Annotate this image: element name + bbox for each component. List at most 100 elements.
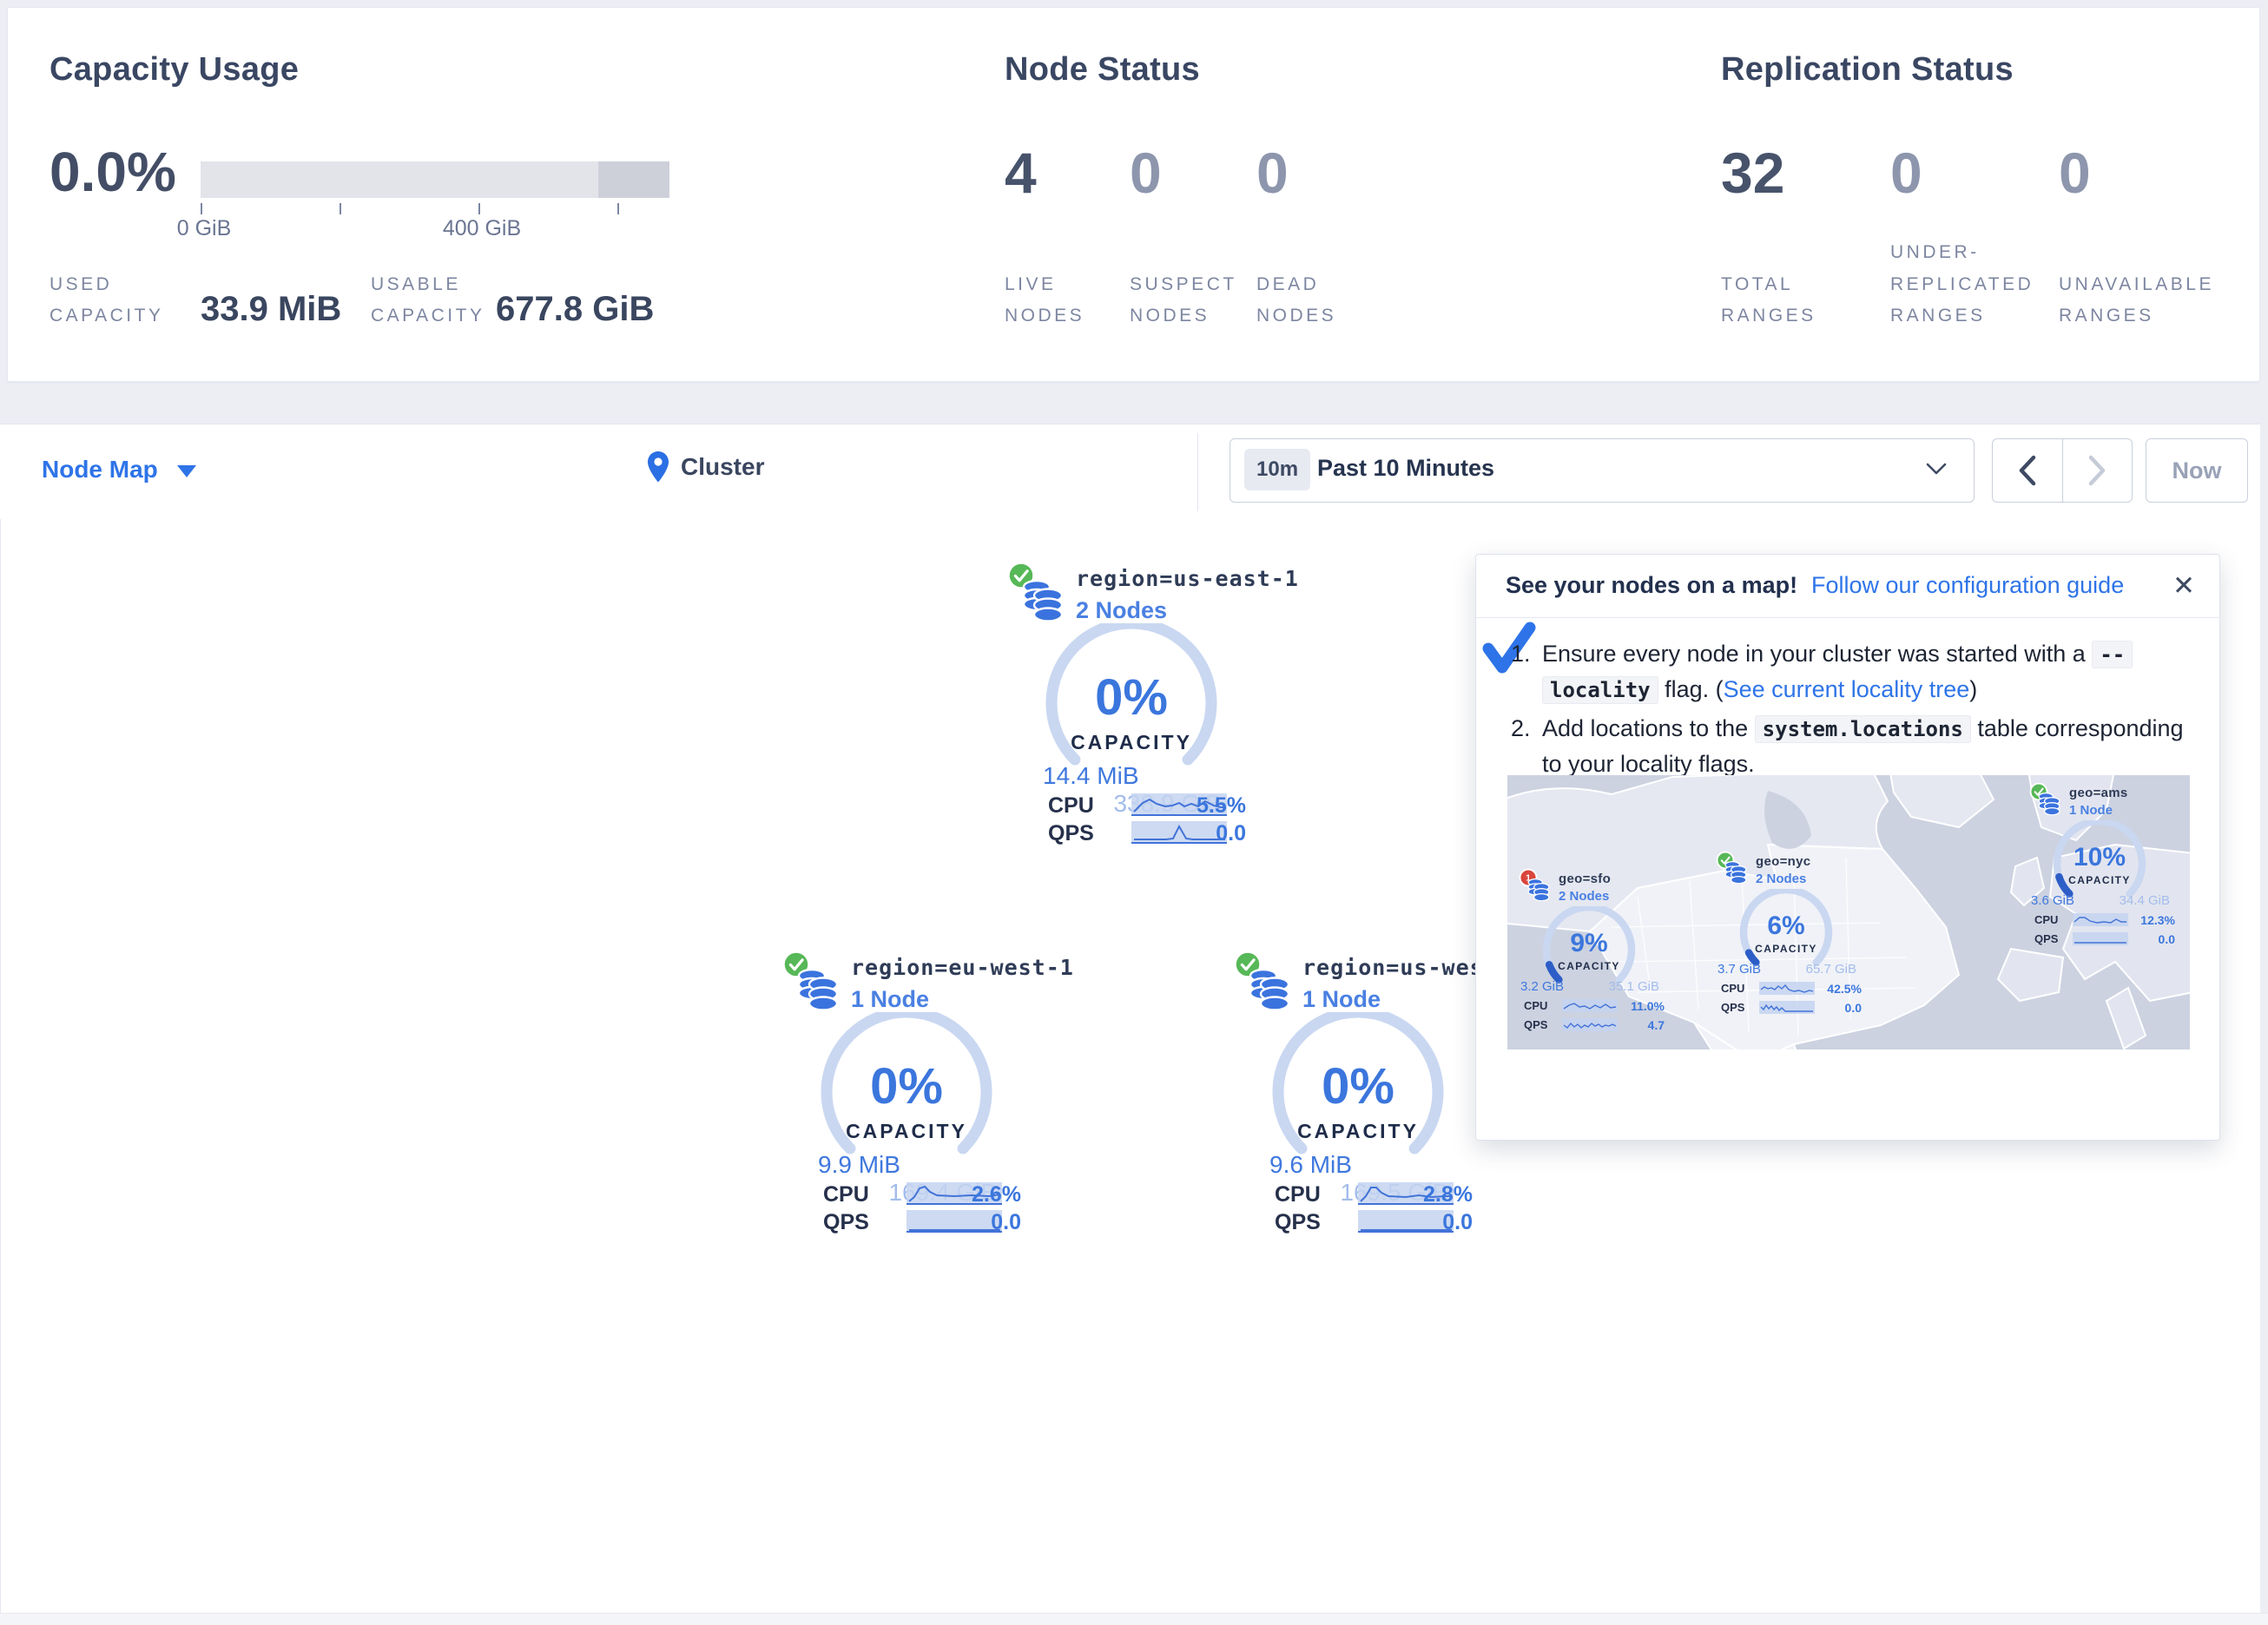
database-stack-icon [1249, 967, 1290, 1010]
node-map-page: Capacity Usage 0.0% 0 GiB 400 GiB USED C… [0, 0, 2268, 1625]
capacity-percent: 0% [768, 1057, 1045, 1115]
qps-value: 0.0 [2159, 932, 2175, 946]
locality-title: region=us-east-1 [1076, 566, 1299, 591]
node-group-us-east-1[interactable]: region=us-east-1 2 Nodes 0% CAPACITY 14.… [992, 561, 1270, 856]
node-group-us-west-1[interactable]: region=us-west-1 1 Node 0% CAPACITY 9.6 … [1219, 950, 1497, 1245]
qps-label: QPS [1275, 1210, 1321, 1235]
capacity-used: 9.9 MiB [818, 1151, 900, 1179]
time-range-label: Past 10 Minutes [1317, 455, 1494, 482]
suspect-nodes-label: SUSPECT NODES [1130, 269, 1243, 333]
under-replicated-label: UNDER-REPLICATED RANGES [1890, 237, 2057, 332]
node-status-title: Node Status [1005, 51, 1200, 89]
qps-sparkline [1562, 1018, 1618, 1031]
step-text: Add locations to the system.locations ta… [1542, 711, 2186, 781]
capacity-percent: 6% [1730, 911, 1843, 941]
capacity-used: 14.4 MiB [1043, 762, 1139, 790]
database-stack-icon [1022, 578, 1064, 622]
capacity-tick [201, 203, 202, 214]
cpu-value: 2.8% [1423, 1182, 1473, 1207]
qps-label: QPS [1524, 1018, 1547, 1031]
qps-sparkline [2073, 932, 2128, 945]
node-count-link[interactable]: 1 Node [1302, 986, 1381, 1013]
qps-value: 0.0 [1845, 1001, 1862, 1015]
usable-capacity-label: USABLE CAPACITY [371, 269, 484, 333]
chevron-right-icon [2086, 454, 2108, 487]
qps-value: 4.7 [1648, 1018, 1665, 1032]
time-step-forward-button[interactable] [2062, 439, 2133, 502]
qps-metric-row: QPS 0.0 [1268, 1208, 1473, 1234]
node-count-link[interactable]: 1 Node [851, 986, 929, 1013]
cpu-metric-row: CPU 5.5% [1041, 792, 1246, 818]
map-pin-icon [646, 451, 670, 484]
total-ranges-value: 32 [1721, 140, 1784, 206]
cpu-metric-row: CPU 12.3% [2031, 912, 2175, 928]
breadcrumb-label: Cluster [681, 453, 764, 481]
qps-sparkline [907, 1210, 1002, 1233]
database-stack-icon [2038, 792, 2060, 815]
breadcrumb: Cluster [646, 451, 764, 484]
cpu-label: CPU [823, 1182, 869, 1207]
node-count: 2 Nodes [1559, 889, 1609, 904]
qps-label: QPS [1721, 1001, 1744, 1014]
qps-label: QPS [823, 1210, 869, 1235]
locality-title: region=eu-west-1 [851, 955, 1074, 980]
toolbar-divider [1197, 433, 1198, 511]
cpu-label: CPU [1721, 982, 1744, 995]
capacity-percent: 0% [992, 668, 1270, 727]
qps-metric-row: QPS 4.7 [1520, 1017, 1665, 1033]
cpu-metric-row: CPU 2.8% [1268, 1181, 1473, 1207]
capacity-percent: 0.0% [49, 140, 176, 204]
database-stack-icon [797, 967, 839, 1010]
capacity-used: 9.6 MiB [1269, 1151, 1352, 1179]
cpu-sparkline [1562, 999, 1618, 1012]
suspect-nodes-value: 0 [1130, 140, 1162, 206]
qps-metric-row: QPS 0.0 [2031, 931, 2175, 947]
now-button[interactable]: Now [2146, 438, 2248, 503]
capacity-range: 3.7 GiB 65.7 GiB [1717, 962, 1856, 977]
map-configuration-popup: See your nodes on a map! Follow our conf… [1475, 554, 2220, 1141]
qps-metric-row: QPS 0.0 [1041, 819, 1246, 845]
cpu-sparkline [1759, 982, 1815, 995]
capacity-label: CAPACITY [1730, 943, 1843, 955]
time-step-buttons [1992, 438, 2133, 503]
step-text-fragment: Ensure every node in your cluster was st… [1542, 641, 2092, 667]
popup-step-2: 2. Add locations to the system.locations… [1511, 711, 2186, 781]
capacity-percent: 0% [1219, 1057, 1497, 1115]
configuration-guide-link[interactable]: Follow our configuration guide [1811, 572, 2124, 599]
view-selector-dropdown[interactable]: Node Map [42, 456, 196, 484]
dead-nodes-label: DEAD NODES [1256, 269, 1369, 333]
locality-tree-link[interactable]: See current locality tree [1724, 676, 1970, 702]
capacity-label: CAPACITY [1533, 960, 1645, 972]
step-text-fragment: Add locations to the [1542, 715, 1755, 741]
cpu-metric-row: CPU 42.5% [1717, 981, 1862, 997]
close-icon[interactable]: ✕ [2172, 570, 2195, 602]
usable-capacity-value: 677.8 GiB [496, 290, 654, 329]
capacity-usage-title: Capacity Usage [49, 51, 299, 89]
total-ranges-label: TOTAL RANGES [1721, 269, 1834, 333]
qps-sparkline [1358, 1210, 1454, 1233]
live-nodes-label: LIVE NODES [1005, 269, 1118, 333]
time-range-badge: 10m [1244, 449, 1310, 490]
node-group-eu-west-1[interactable]: region=eu-west-1 1 Node 0% CAPACITY 9.9 … [768, 950, 1045, 1245]
chevron-down-icon [1925, 460, 1948, 477]
time-step-back-button[interactable] [1993, 439, 2062, 502]
time-range-dropdown[interactable]: 10m Past 10 Minutes [1230, 438, 1975, 503]
locality-title: geo=ams [2069, 786, 2128, 800]
qps-metric-row: QPS 0.0 [816, 1208, 1021, 1234]
capacity-label: CAPACITY [1219, 1120, 1497, 1143]
cluster-summary-card: Capacity Usage 0.0% 0 GiB 400 GiB USED C… [7, 7, 2260, 382]
cpu-value: 2.6% [972, 1182, 1021, 1207]
capacity-tick-label-400: 400 GiB [443, 216, 521, 241]
capacity-bar-reserved [598, 161, 669, 198]
cpu-label: CPU [1275, 1182, 1321, 1207]
node-count-link[interactable]: 2 Nodes [1076, 597, 1167, 624]
capacity-label: CAPACITY [2043, 874, 2156, 886]
node-map-canvas: region=us-east-1 2 Nodes 0% CAPACITY 14.… [0, 519, 2262, 1614]
qps-value: 0.0 [1442, 1210, 1473, 1235]
cpu-sparkline [2073, 913, 2128, 926]
capacity-tick-label-0: 0 GiB [177, 216, 232, 241]
view-selector-label: Node Map [42, 456, 158, 483]
locality-title: geo=nyc [1756, 854, 1810, 869]
capacity-tick [340, 203, 341, 214]
step-number: 1. [1511, 636, 1542, 707]
